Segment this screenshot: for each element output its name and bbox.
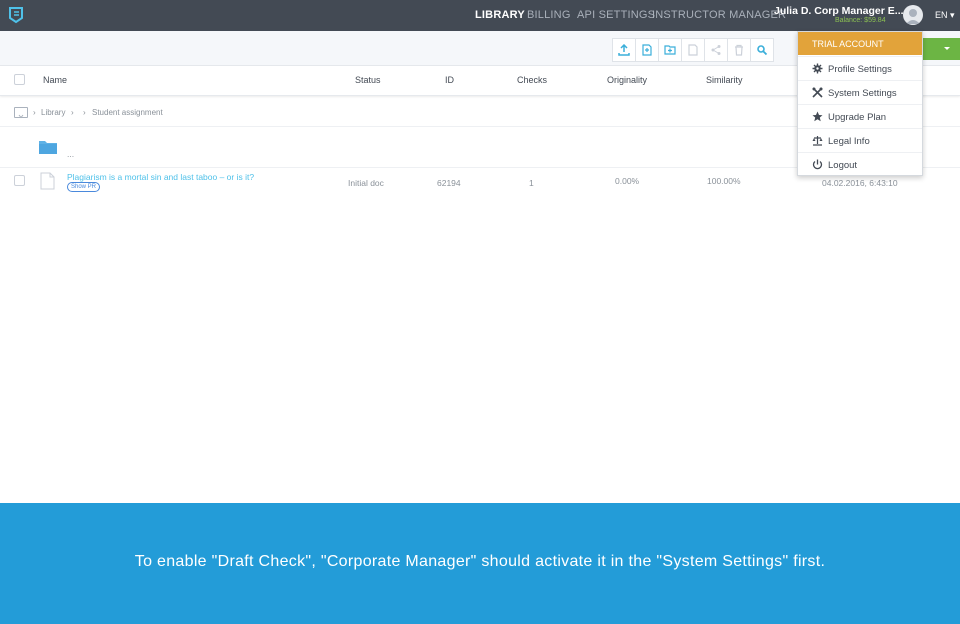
parent-folder-link[interactable]: ... <box>67 149 74 159</box>
breadcrumb-library[interactable]: Library <box>41 108 65 117</box>
menu-item-label: Upgrade Plan <box>828 112 887 123</box>
chevron-down-icon <box>944 47 950 50</box>
avatar[interactable] <box>903 5 923 25</box>
show-pr-badge[interactable]: Show PR <box>67 182 101 192</box>
status-cell: Initial doc <box>348 178 384 188</box>
folder-icon <box>39 141 57 154</box>
column-similarity[interactable]: Similarity <box>706 75 743 85</box>
document-icon <box>40 172 55 190</box>
breadcrumb-separator: › <box>33 108 36 117</box>
info-banner: To enable "Draft Check", "Corporate Mana… <box>0 503 960 624</box>
similarity-cell: 100.00% <box>707 176 741 186</box>
balance-text: Balance: $59.84 <box>835 17 886 24</box>
share-button[interactable] <box>704 38 728 62</box>
new-folder-icon <box>664 45 676 55</box>
column-status[interactable]: Status <box>355 75 381 85</box>
document-icon <box>688 44 698 56</box>
new-folder-button[interactable] <box>658 38 682 62</box>
nav-api-settings[interactable]: API SETTINGS <box>577 9 655 21</box>
menu-item-profile-settings[interactable]: Profile Settings <box>798 56 922 80</box>
upload-icon <box>618 44 630 56</box>
dropdown-action-button[interactable] <box>920 38 960 60</box>
nav-library[interactable]: LIBRARY <box>475 9 525 21</box>
nav-instructor-manager[interactable]: INSTRUCTOR MANAGER <box>652 9 786 21</box>
document-button[interactable] <box>681 38 705 62</box>
scales-icon <box>812 136 823 146</box>
originality-cell: 0.00% <box>615 176 640 186</box>
trash-icon <box>735 44 743 56</box>
language-selector[interactable]: EN ▾ <box>935 10 955 21</box>
user-name[interactable]: Julia D. Corp Manager E... <box>774 5 904 17</box>
column-id[interactable]: ID <box>445 75 454 85</box>
column-originality[interactable]: Originality <box>607 75 647 85</box>
id-cell: 62194 <box>437 178 461 188</box>
column-checks[interactable]: Checks <box>517 75 547 85</box>
breadcrumb-separator: › <box>83 108 86 117</box>
menu-item-logout[interactable]: Logout <box>798 152 922 176</box>
document-title-link[interactable]: Plagiarism is a mortal sin and last tabo… <box>67 172 254 182</box>
tools-icon <box>812 87 823 98</box>
delete-button[interactable] <box>727 38 751 62</box>
menu-item-system-settings[interactable]: System Settings <box>798 80 922 104</box>
search-icon <box>757 45 768 56</box>
trial-account-header: TRIAL ACCOUNT <box>798 32 922 55</box>
menu-item-upgrade-plan[interactable]: Upgrade Plan <box>798 104 922 128</box>
toolbar-actions <box>612 38 774 62</box>
gear-icon <box>812 63 823 74</box>
top-nav-bar: LIBRARY BILLING API SETTINGS INSTRUCTOR … <box>0 0 960 31</box>
checks-cell: 1 <box>529 178 534 188</box>
breadcrumb-student-assignment[interactable]: Student assignment <box>92 108 163 117</box>
new-document-button[interactable] <box>635 38 659 62</box>
menu-item-legal-info[interactable]: Legal Info <box>798 128 922 152</box>
user-dropdown-menu: TRIAL ACCOUNT Profile Settings System Se… <box>797 31 923 176</box>
power-icon <box>812 159 823 170</box>
upload-button[interactable] <box>612 38 636 62</box>
menu-item-label: Profile Settings <box>828 64 892 75</box>
user-icon <box>906 9 920 24</box>
nav-billing[interactable]: BILLING <box>527 9 571 21</box>
app-logo-icon[interactable] <box>7 6 25 24</box>
folder-menu-icon[interactable] <box>14 107 28 119</box>
new-document-icon <box>642 44 652 56</box>
language-label: EN <box>935 10 948 20</box>
share-icon <box>711 45 721 55</box>
menu-item-label: Logout <box>828 160 858 171</box>
menu-item-label: Legal Info <box>828 136 870 147</box>
column-name[interactable]: Name <box>43 75 67 85</box>
menu-item-label: System Settings <box>828 88 897 99</box>
info-banner-text: To enable "Draft Check", "Corporate Mana… <box>134 553 826 570</box>
select-all-checkbox[interactable] <box>14 74 25 85</box>
breadcrumb-separator: › <box>71 108 74 117</box>
star-icon <box>812 111 823 122</box>
row-checkbox[interactable] <box>14 175 25 186</box>
date-cell: 04.02.2016, 6:43:10 <box>822 178 898 188</box>
search-button[interactable] <box>750 38 774 62</box>
